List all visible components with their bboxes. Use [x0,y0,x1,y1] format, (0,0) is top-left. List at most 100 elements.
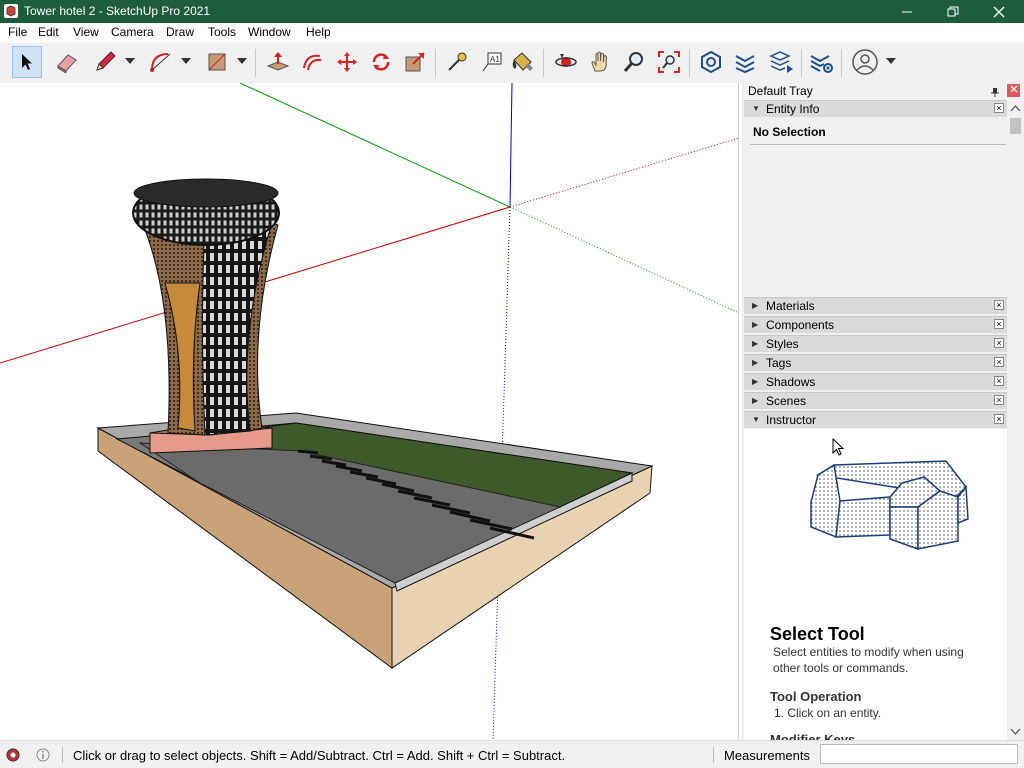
menu-camera[interactable]: Camera [111,25,154,39]
account-button[interactable] [850,46,880,78]
panel-label: Materials [766,299,815,313]
status-separator [62,747,63,763]
3d-warehouse-button[interactable] [696,46,726,78]
menu-file[interactable]: File [8,25,27,39]
account-dropdown[interactable] [886,58,896,64]
close-button[interactable] [976,0,1022,23]
warehouse-icon [701,50,721,74]
rectangle-icon [208,53,226,71]
panel-close-icon[interactable]: × [994,319,1004,329]
close-icon [993,6,1005,17]
menu-help[interactable]: Help [306,25,331,39]
modifier-keys-heading: Modifier Keys [770,732,856,740]
collapsed-arrow-icon: ▶ [752,377,759,386]
paint-bucket-tool-button[interactable] [508,46,538,78]
text-tool-button[interactable]: A1 [477,46,507,78]
minimize-button[interactable] [884,0,930,23]
panel-instructor[interactable]: ▼ Instructor × [744,411,1007,428]
rectangle-tool-button[interactable] [202,46,232,78]
panel-label: Styles [766,337,799,351]
extension-manager-button[interactable] [806,46,836,78]
panel-components[interactable]: ▶ Components × [744,316,1007,333]
collapsed-arrow-icon: ▶ [752,301,759,310]
pin-icon[interactable] [990,87,1000,97]
panel-styles[interactable]: ▶ Styles × [744,335,1007,352]
menu-window[interactable]: Window [248,25,291,39]
panel-close-icon[interactable]: × [994,103,1004,113]
rotate-icon [372,53,390,71]
panel-scenes[interactable]: ▶ Scenes × [744,392,1007,409]
menu-draw[interactable]: Draw [166,25,194,39]
expanded-arrow-icon: ▼ [752,415,760,424]
toolbar-separator [543,49,544,77]
menu-edit[interactable]: Edit [38,25,59,39]
line-tool-dropdown[interactable] [125,58,135,64]
collapsed-arrow-icon: ▶ [752,396,759,405]
scale-tool-button[interactable] [400,46,430,78]
offset-tool-button[interactable] [297,46,327,78]
push-pull-tool-button[interactable] [263,46,293,78]
pan-tool-button[interactable] [585,46,615,78]
select-tool-button[interactable] [12,46,42,78]
restore-button[interactable] [930,0,976,23]
scroll-down-icon[interactable] [1007,724,1024,738]
layout-send-button[interactable] [766,46,796,78]
sketchup-app-icon [4,4,18,18]
toolbar: A1 [0,43,1024,83]
panel-close-icon[interactable]: × [994,414,1004,424]
zoom-tool-button[interactable] [619,46,649,78]
model-viewport[interactable] [0,83,739,740]
magnifier-icon [623,52,643,72]
panel-materials[interactable]: ▶ Materials × [744,297,1007,314]
panel-tags[interactable]: ▶ Tags × [744,354,1007,371]
status-bar: Click or drag to select objects. Shift =… [0,740,1024,768]
tape-measure-tool-button[interactable] [442,46,472,78]
panel-close-icon[interactable]: × [994,338,1004,348]
scroll-up-icon[interactable] [1007,102,1024,116]
minimize-icon [902,11,912,12]
text-icon: A1 [482,52,502,72]
status-message: Click or drag to select objects. Shift =… [73,748,566,763]
measurements-label: Measurements [724,748,810,763]
model-scene[interactable] [0,83,739,740]
tray-scrollbar[interactable] [1007,100,1024,740]
tray-close-button[interactable] [1007,84,1020,97]
rectangle-tool-dropdown[interactable] [237,58,247,64]
panel-close-icon[interactable]: × [994,357,1004,367]
tool-operation-heading: Tool Operation [770,689,862,704]
panel-close-icon[interactable]: × [994,300,1004,310]
line-tool-button[interactable] [90,46,120,78]
default-tray: Default Tray ▼ Entity Info × No Selectio… [742,83,1024,740]
user-account-icon [852,49,878,75]
red-axis-positive [509,137,738,208]
extension-warehouse-button[interactable] [730,46,760,78]
orbit-tool-button[interactable] [551,46,581,78]
toolbar-separator [255,49,256,77]
tower-shaft-right [202,222,273,436]
green-axis-negative [509,206,738,314]
measurements-input[interactable] [820,744,1018,764]
scroll-thumb[interactable] [1010,118,1021,134]
title-bar: Tower hotel 2 - SketchUp Pro 2021 [0,0,1024,23]
panel-close-icon[interactable]: × [994,376,1004,386]
zoom-extents-icon [658,51,680,73]
status-separator [713,747,714,763]
menu-view[interactable]: View [73,25,99,39]
menu-bar: File Edit View Camera Draw Tools Window … [0,23,1024,43]
green-axis [239,83,511,208]
geo-location-icon[interactable] [6,748,20,762]
info-icon[interactable] [36,748,50,762]
rotate-tool-button[interactable] [366,46,396,78]
blue-axis [509,83,513,208]
offset-icon [303,54,322,71]
panel-shadows[interactable]: ▶ Shadows × [744,373,1007,390]
eraser-tool-button[interactable] [52,46,82,78]
arc-tool-dropdown[interactable] [181,58,191,64]
panel-close-icon[interactable]: × [994,395,1004,405]
push-pull-icon [266,52,290,71]
move-tool-button[interactable] [332,46,362,78]
arc-tool-button[interactable] [146,46,176,78]
panel-entity-info[interactable]: ▼ Entity Info × [744,100,1007,117]
menu-tools[interactable]: Tools [208,25,236,39]
zoom-extents-tool-button[interactable] [654,46,684,78]
